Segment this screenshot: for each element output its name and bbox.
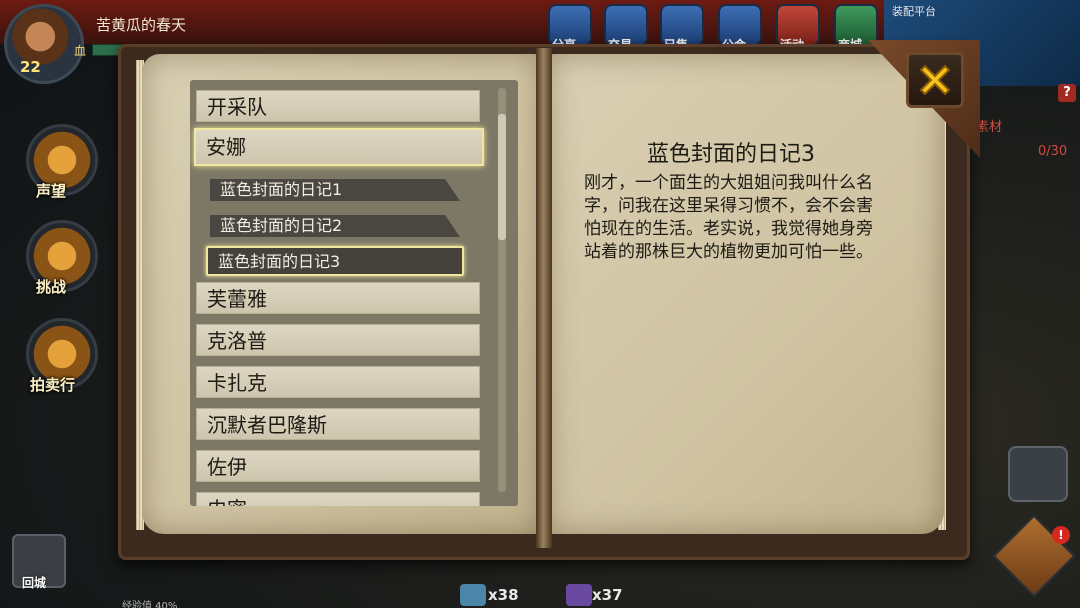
diary-row-1[interactable]: 蓝色封面的日记1 [210, 179, 460, 201]
back-to-city-label: 回城 [22, 576, 47, 590]
wing-item-icon[interactable] [460, 584, 486, 606]
player-name: 苦黄瓜的春天 [96, 16, 187, 34]
diary-row-2[interactable]: 蓝色封面的日记2 [210, 215, 460, 237]
character-row-silent-barons[interactable]: 沉默者巴隆斯 [196, 408, 480, 440]
minimap-title: 装配平台 [892, 5, 936, 18]
character-row-mining-team[interactable]: 开采队 [196, 90, 480, 122]
help-icon[interactable]: ? [1058, 84, 1076, 102]
diary-title: 蓝色封面的日记3 [647, 142, 815, 167]
item-count-1: x38 [488, 586, 519, 604]
right-page [548, 54, 944, 534]
item-count-2: x37 [592, 586, 623, 604]
close-icon [919, 64, 951, 96]
player-avatar[interactable] [4, 4, 84, 84]
reputation-label: 声望 [36, 182, 67, 200]
character-row-anna[interactable]: 安娜 [194, 128, 484, 166]
player-level: 22 [20, 58, 41, 76]
character-row-klopp[interactable]: 克洛普 [196, 324, 480, 356]
diary-text: 刚才，一个面生的大姐姐问我叫什么名字，问我在这里呆得习惯不，会不会害怕现在的生活… [584, 173, 873, 262]
diary-row-3[interactable]: 蓝色封面的日记3 [206, 246, 464, 276]
menu-alert-badge: ! [1052, 526, 1070, 544]
character-row-smith[interactable]: 史密 [196, 492, 480, 506]
book-spine [536, 48, 552, 548]
close-button[interactable] [906, 52, 964, 108]
potion-item-icon[interactable] [566, 584, 592, 606]
chat-button[interactable] [1008, 446, 1068, 502]
exp-label: 经验值 40% [122, 601, 178, 608]
character-list[interactable]: 开采队 安娜 蓝色封面的日记1 蓝色封面的日记2 蓝色封面的日记3 芙蕾雅 克洛… [190, 80, 518, 506]
list-scroll-thumb[interactable] [498, 114, 506, 240]
character-row-zoe[interactable]: 佐伊 [196, 450, 480, 482]
auction-label: 拍卖行 [30, 376, 76, 394]
character-row-freya[interactable]: 芙蕾雅 [196, 282, 480, 314]
hp-label: 血 [74, 44, 87, 58]
challenge-label: 挑战 [36, 278, 67, 296]
material-count: 0/30 [1038, 144, 1068, 159]
character-row-kazak[interactable]: 卡扎克 [196, 366, 480, 398]
